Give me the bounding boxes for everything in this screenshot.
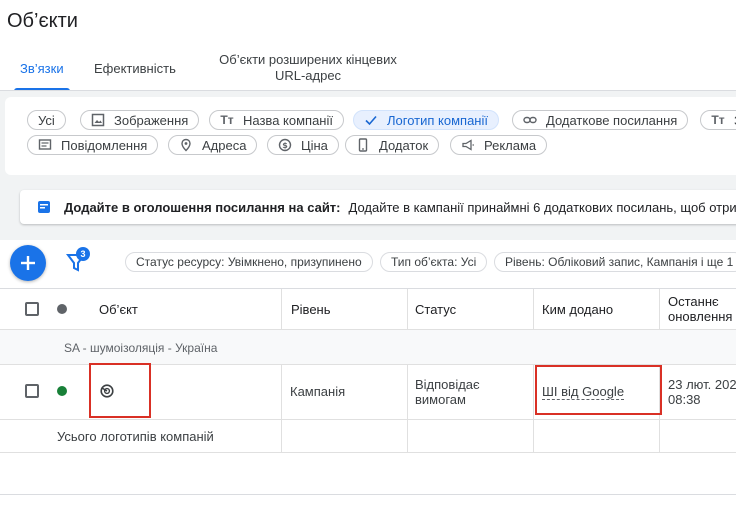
chip-business-logo[interactable]: Логотип компанії xyxy=(353,110,499,130)
image-icon xyxy=(91,113,105,127)
total-row-bottom-border xyxy=(0,452,736,453)
phone-icon xyxy=(356,138,370,152)
chip-sitelinks-label: Додаткове посилання xyxy=(546,112,678,128)
column-divider xyxy=(659,289,660,330)
tab-final-url-objects[interactable]: Об’єкти розширених кінцевих URL-адрес xyxy=(208,52,408,84)
chip-images[interactable]: Зображення xyxy=(80,110,200,130)
row-level: Кампанія xyxy=(290,384,346,399)
price-icon: $ xyxy=(278,138,292,152)
column-header-level[interactable]: Рівень xyxy=(291,289,331,329)
chip-callouts-label: Повідомлення xyxy=(61,137,148,153)
chip-app-label: Додаток xyxy=(379,137,429,153)
status-dot-enabled xyxy=(57,386,67,396)
check-icon xyxy=(364,113,378,127)
chip-business-name-label: Назва компанії xyxy=(243,112,333,128)
banner-title: Додайте в оголошення посилання на сайт: xyxy=(64,199,341,215)
tab-connections[interactable]: Зв’язки xyxy=(20,61,64,77)
column-header-added-by[interactable]: Ким додано xyxy=(542,289,613,329)
chip-images-label: Зображення xyxy=(114,112,189,128)
chip-location[interactable]: Адреса xyxy=(168,135,258,155)
row-divider xyxy=(0,419,736,420)
filter-count-badge: 3 xyxy=(76,247,90,261)
tab-final-url-objects-line1: Об’єкти розширених кінцевих xyxy=(219,52,397,67)
chip-business-logo-label: Логотип компанії xyxy=(387,112,488,128)
status-header-dot xyxy=(57,304,67,314)
chip-all[interactable]: Усі xyxy=(27,110,66,130)
row-status: Відповідає вимогам xyxy=(415,377,480,407)
chip-promotion-label: Реклама xyxy=(484,137,537,153)
column-header-last-updated-line1: Останнє xyxy=(668,294,719,309)
page-title: Об’єкти xyxy=(7,10,78,32)
chip-sitelinks[interactable]: Додаткове посилання xyxy=(512,110,689,130)
tab-final-url-objects-line2: URL-адрес xyxy=(274,68,342,83)
chip-location-label: Адреса xyxy=(202,137,247,153)
column-divider xyxy=(281,289,282,330)
tab-performance[interactable]: Ефективність xyxy=(94,61,176,77)
row-last-updated: 23 лют. 202 08:38 xyxy=(668,377,736,407)
chip-business-name[interactable]: Tт Назва компанії xyxy=(209,110,344,130)
row-last-updated-line1: 23 лют. 202 xyxy=(668,377,736,392)
column-divider xyxy=(533,365,534,453)
filter-chip-object-type[interactable]: Тип об’єкта: Усі xyxy=(380,252,488,272)
text-icon: Tт xyxy=(711,113,725,127)
column-divider xyxy=(281,365,282,453)
business-logo-icon[interactable] xyxy=(99,383,115,399)
column-header-object[interactable]: Об’єкт xyxy=(99,289,138,329)
row-status-line2: вимогам xyxy=(415,392,466,407)
row-added-by-text: ШІ від Google xyxy=(542,384,625,400)
column-header-last-updated[interactable]: Останнє оновлення xyxy=(668,289,732,329)
column-header-status[interactable]: Статус xyxy=(415,289,456,329)
chip-all-label: Усі xyxy=(38,112,55,128)
row-status-line1: Відповідає xyxy=(415,377,480,392)
chip-price-label: Ціна xyxy=(301,137,328,153)
column-divider xyxy=(533,289,534,330)
chip-callouts[interactable]: Повідомлення xyxy=(27,135,159,155)
sitelink-recommendation-icon xyxy=(38,201,50,213)
banner-text: Додайте в кампанії принаймні 6 додаткови… xyxy=(348,199,736,215)
tab-bar: Зв’язки Ефективність Об’єкти розширених … xyxy=(0,52,736,91)
link-icon xyxy=(523,113,537,127)
chip-more-truncated[interactable]: Tт З xyxy=(700,110,736,130)
text-icon: Tт xyxy=(220,113,234,127)
column-divider xyxy=(407,365,408,453)
column-header-last-updated-line2: оновлення xyxy=(668,309,733,324)
recommendation-banner[interactable]: Додайте в оголошення посилання на сайт: … xyxy=(20,190,736,224)
message-icon xyxy=(38,138,52,152)
filter-chip-asset-status[interactable]: Статус ресурсу: Увімкнено, призупинено xyxy=(125,252,373,272)
chip-app[interactable]: Додаток xyxy=(345,135,440,155)
filter-chip-level[interactable]: Рівень: Обліковий запис, Кампанія і ще 1 xyxy=(494,252,736,272)
svg-text:$: $ xyxy=(282,141,288,150)
select-all-checkbox[interactable] xyxy=(25,302,39,316)
row-last-updated-line2: 08:38 xyxy=(668,392,701,407)
location-icon xyxy=(179,138,193,152)
column-divider xyxy=(407,289,408,330)
chip-price[interactable]: $ Ціна xyxy=(267,135,339,155)
total-row-label: Усього логотипів компаній xyxy=(57,429,214,444)
chip-promotion[interactable]: Реклама xyxy=(450,135,548,155)
table-footer-border xyxy=(0,494,736,495)
row-checkbox[interactable] xyxy=(25,384,39,398)
campaign-group-label: SA - шумоізоляція - Україна xyxy=(64,341,218,355)
row-added-by[interactable]: ШІ від Google xyxy=(542,384,625,400)
add-button[interactable] xyxy=(10,245,46,281)
plus-icon xyxy=(21,256,35,270)
megaphone-icon xyxy=(461,138,475,152)
